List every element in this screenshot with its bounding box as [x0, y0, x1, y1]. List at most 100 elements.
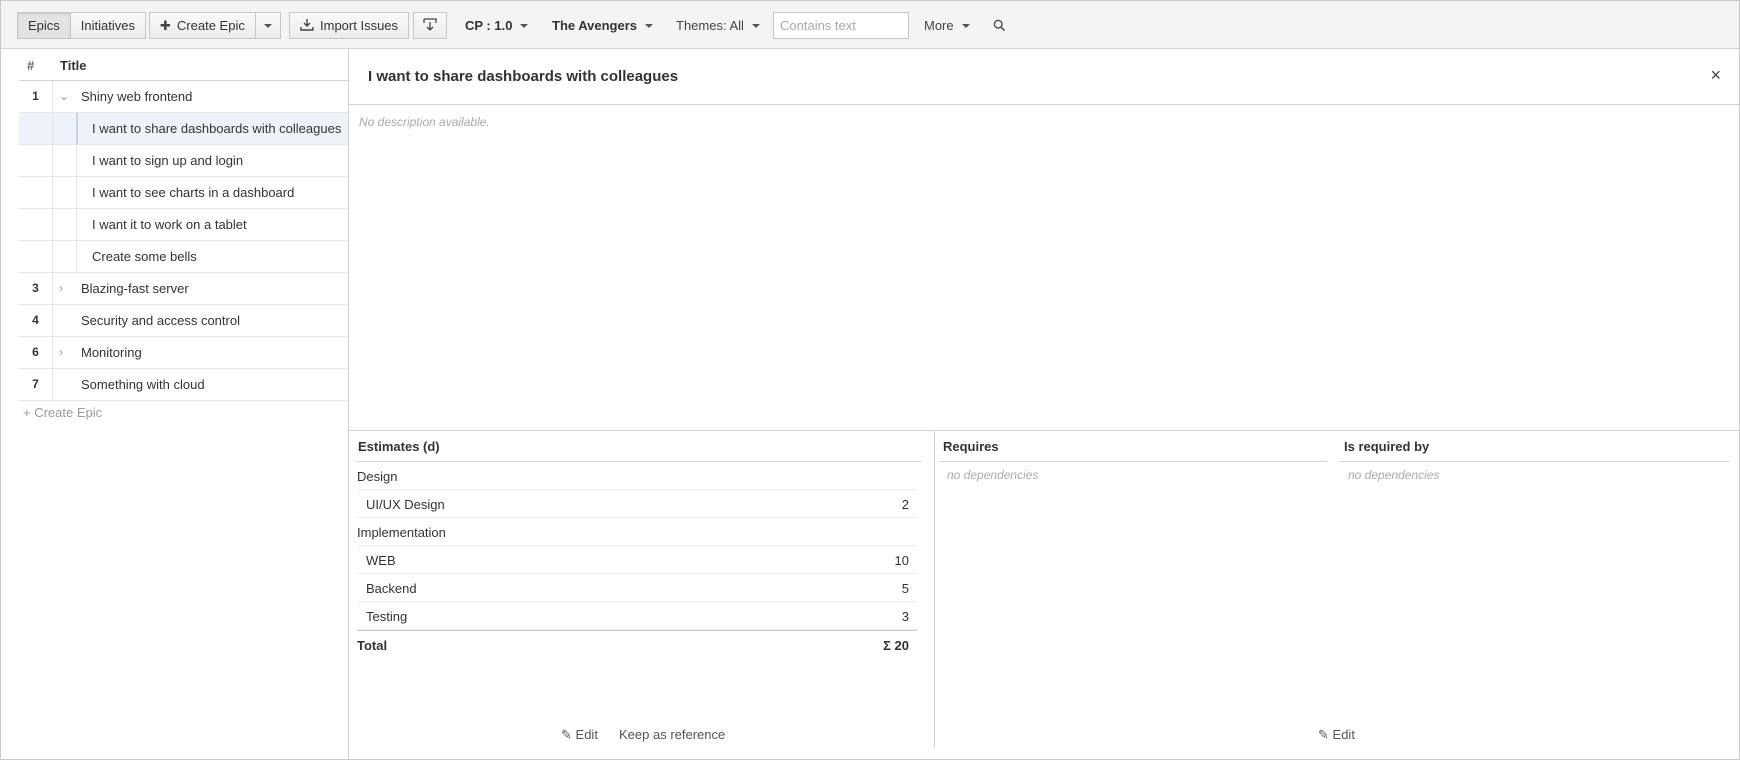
- requires-title: Requires: [943, 439, 999, 454]
- tab-initiatives[interactable]: Initiatives: [70, 12, 146, 39]
- story-title: I want it to work on a tablet: [92, 217, 247, 232]
- epic-row[interactable]: 3 › Blazing-fast server: [19, 273, 349, 305]
- epic-title: Blazing-fast server: [81, 281, 189, 296]
- cp-filter-label: CP : 1.0: [465, 18, 513, 33]
- team-filter[interactable]: The Avengers: [552, 18, 654, 33]
- estimate-name: Backend: [366, 581, 417, 596]
- download-icon: [300, 18, 314, 34]
- estimate-total-value: Σ 20: [883, 638, 909, 653]
- story-row[interactable]: I want to sign up and login: [19, 145, 349, 177]
- story-number-cell: [19, 241, 53, 272]
- chevron-down-icon: [645, 23, 654, 28]
- epic-number: 1: [19, 81, 53, 112]
- estimate-group: Implementation: [357, 518, 917, 546]
- story-row[interactable]: I want to share dashboards with colleagu…: [19, 113, 349, 145]
- epic-number: 7: [19, 369, 53, 400]
- close-icon[interactable]: ×: [1710, 65, 1721, 86]
- estimate-total-label: Total: [357, 638, 388, 653]
- import-issues-button[interactable]: Import Issues: [289, 12, 410, 39]
- epic-list: # Title 1 ⌄ Shiny web frontend I want to…: [19, 49, 349, 759]
- dependencies-edit-label: Edit: [1332, 727, 1355, 742]
- chevron-down-icon[interactable]: ⌄: [59, 81, 69, 112]
- required-by-empty: no dependencies: [1348, 468, 1440, 482]
- create-epic-button[interactable]: ✚ Create Epic: [149, 12, 256, 39]
- more-label: More: [924, 18, 954, 33]
- estimate-group: Design: [357, 462, 917, 490]
- story-row[interactable]: Create some bells: [19, 241, 349, 273]
- estimate-name: UI/UX Design: [366, 497, 445, 512]
- view-switch: Epics Initiatives: [17, 12, 146, 39]
- estimate-row: Backend 5: [357, 574, 917, 602]
- estimate-row: Testing 3: [357, 602, 917, 630]
- estimate-name: Testing: [366, 609, 408, 624]
- epic-row[interactable]: 1 ⌄ Shiny web frontend: [19, 81, 349, 113]
- detail-title[interactable]: I want to share dashboards with colleagu…: [368, 68, 678, 85]
- team-filter-label: The Avengers: [552, 18, 638, 33]
- pencil-icon: ✎: [1318, 727, 1329, 742]
- story-title: Create some bells: [92, 249, 197, 264]
- search-input[interactable]: [773, 12, 909, 39]
- keep-as-reference-link[interactable]: Keep as reference: [619, 727, 725, 742]
- estimates-title: Estimates (d): [358, 439, 440, 454]
- estimate-total-row: Total Σ 20: [357, 630, 917, 658]
- create-epic-dropdown[interactable]: [255, 12, 281, 39]
- create-epic-label: Create Epic: [176, 18, 245, 33]
- story-title: I want to see charts in a dashboard: [92, 185, 295, 200]
- epic-row[interactable]: 7 Something with cloud: [19, 369, 349, 401]
- column-number-header: #: [27, 58, 35, 73]
- required-by-title: Is required by: [1344, 439, 1430, 454]
- epic-title: Shiny web frontend: [81, 89, 193, 104]
- search-icon[interactable]: [993, 19, 1006, 32]
- import-issues-label: Import Issues: [320, 18, 399, 33]
- estimate-group-name: Design: [357, 469, 398, 484]
- estimate-group-name: Implementation: [357, 525, 446, 540]
- story-row[interactable]: I want to see charts in a dashboard: [19, 177, 349, 209]
- epic-title: Something with cloud: [81, 377, 205, 392]
- detail-header: I want to share dashboards with colleagu…: [349, 49, 1739, 105]
- description[interactable]: No description available.: [359, 115, 490, 129]
- epic-title: Security and access control: [81, 313, 240, 328]
- export-icon: [423, 17, 437, 34]
- chevron-down-icon: [520, 23, 529, 28]
- themes-filter[interactable]: Themes: All: [676, 18, 760, 33]
- epic-number: 6: [19, 337, 53, 368]
- epic-title: Monitoring: [81, 345, 142, 360]
- pencil-icon: ✎: [561, 727, 572, 742]
- chevron-down-icon: [263, 23, 272, 28]
- column-divider: [934, 431, 935, 748]
- epic-number: 4: [19, 305, 53, 336]
- export-button[interactable]: [413, 12, 447, 39]
- estimate-row: WEB 10: [357, 546, 917, 574]
- story-number-cell: [19, 209, 53, 240]
- cp-filter[interactable]: CP : 1.0: [465, 18, 529, 33]
- dependencies-edit-link[interactable]: ✎ Edit: [1318, 727, 1355, 743]
- estimates-edit-link[interactable]: ✎ Edit: [561, 727, 598, 743]
- estimate-value: 2: [901, 497, 909, 512]
- estimates-edit-label: Edit: [575, 727, 598, 742]
- story-number-cell: [19, 113, 53, 144]
- epic-row[interactable]: 6 › Monitoring: [19, 337, 349, 369]
- chevron-down-icon: [751, 23, 760, 28]
- requires-empty: no dependencies: [947, 468, 1039, 482]
- estimate-value: 3: [901, 609, 909, 624]
- chevron-right-icon[interactable]: ›: [59, 273, 63, 304]
- epic-row[interactable]: 4 Security and access control: [19, 305, 349, 337]
- detail-bottom: Estimates (d) Design UI/UX Design 2 Impl…: [349, 430, 1739, 759]
- create-epic-group: ✚ Create Epic: [149, 12, 281, 39]
- story-number-cell: [19, 145, 53, 176]
- chevron-right-icon[interactable]: ›: [59, 337, 63, 368]
- estimate-value: 5: [901, 581, 909, 596]
- epic-number: 3: [19, 273, 53, 304]
- plus-icon: ✚: [160, 17, 171, 33]
- detail-panel: I want to share dashboards with colleagu…: [349, 49, 1739, 759]
- estimate-name: WEB: [366, 553, 396, 568]
- story-row[interactable]: I want it to work on a tablet: [19, 209, 349, 241]
- tab-epics[interactable]: Epics: [17, 12, 71, 39]
- chevron-down-icon: [961, 23, 970, 28]
- column-title-header: Title: [60, 58, 87, 73]
- more-menu[interactable]: More: [924, 18, 970, 33]
- themes-filter-label: Themes: All: [676, 18, 744, 33]
- create-epic-link[interactable]: + Create Epic: [23, 405, 102, 420]
- estimate-row: UI/UX Design 2: [357, 490, 917, 518]
- app-window: Epics Initiatives ✚ Create Epic Import I…: [0, 0, 1740, 760]
